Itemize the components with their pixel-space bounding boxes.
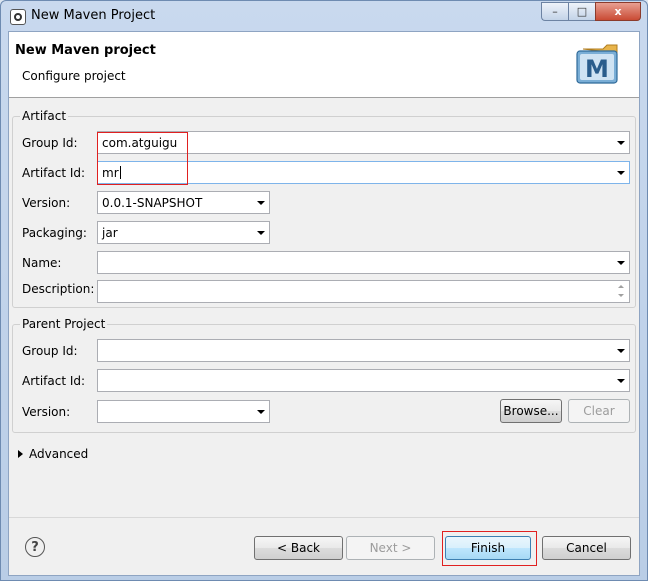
chevron-down-icon[interactable] bbox=[617, 261, 625, 265]
parent-project-group-legend: Parent Project bbox=[20, 317, 108, 331]
cancel-button[interactable]: Cancel bbox=[542, 536, 631, 560]
chevron-down-icon[interactable] bbox=[617, 349, 625, 353]
window-title: New Maven Project bbox=[31, 8, 156, 23]
advanced-section-toggle[interactable]: Advanced bbox=[29, 447, 88, 461]
artifact-packaging-value: jar bbox=[102, 226, 118, 240]
title-bar[interactable]: New Maven Project – □ x bbox=[1, 1, 647, 31]
maven-logo-icon: M bbox=[576, 44, 618, 84]
parent-group-id-label: Group Id: bbox=[22, 344, 78, 358]
maven-logo-letter: M bbox=[585, 55, 609, 83]
artifact-description-field[interactable] bbox=[97, 280, 630, 303]
chevron-down-icon[interactable] bbox=[617, 141, 625, 145]
annotation-highlight-box bbox=[97, 132, 188, 185]
page-title: New Maven project bbox=[15, 43, 156, 58]
chevron-down-icon[interactable] bbox=[617, 171, 625, 175]
browse-button[interactable]: Browse... bbox=[500, 399, 562, 423]
chevron-down-icon[interactable] bbox=[257, 231, 265, 235]
artifact-version-label: Version: bbox=[22, 196, 71, 210]
minimize-button[interactable]: – bbox=[541, 2, 568, 21]
parent-version-label: Version: bbox=[22, 405, 71, 419]
back-button[interactable]: < Back bbox=[254, 536, 343, 560]
new-maven-project-dialog: New Maven Project – □ x New Maven projec… bbox=[0, 0, 648, 581]
artifact-group-legend: Artifact bbox=[20, 109, 69, 123]
artifact-description-label: Description: bbox=[22, 282, 95, 296]
eclipse-app-icon bbox=[10, 9, 26, 25]
artifact-packaging-label: Packaging: bbox=[22, 226, 87, 240]
artifact-name-combo[interactable] bbox=[97, 251, 630, 274]
dialog-content: New Maven project Configure project M Ar… bbox=[8, 31, 640, 576]
page-subtitle: Configure project bbox=[22, 69, 126, 83]
close-button[interactable]: x bbox=[595, 2, 641, 21]
artifact-group-id-label: Group Id: bbox=[22, 136, 78, 150]
parent-artifact-id-label: Artifact Id: bbox=[22, 374, 86, 388]
artifact-packaging-combo[interactable]: jar bbox=[97, 221, 270, 244]
wizard-banner: New Maven project Configure project M bbox=[9, 32, 639, 98]
parent-group-id-combo[interactable] bbox=[97, 339, 630, 362]
parent-version-combo[interactable] bbox=[97, 400, 270, 423]
scroll-down-icon[interactable] bbox=[618, 294, 624, 297]
window-controls: – □ x bbox=[541, 2, 641, 22]
parent-artifact-id-combo[interactable] bbox=[97, 369, 630, 392]
chevron-down-icon[interactable] bbox=[617, 379, 625, 383]
next-button[interactable]: Next > bbox=[346, 536, 435, 560]
textarea-scroll-control[interactable] bbox=[615, 282, 628, 301]
maximize-button[interactable]: □ bbox=[568, 2, 595, 21]
clear-button[interactable]: Clear bbox=[568, 399, 630, 423]
footer-separator bbox=[9, 517, 639, 518]
artifact-artifact-id-label: Artifact Id: bbox=[22, 166, 86, 180]
chevron-down-icon[interactable] bbox=[257, 410, 265, 414]
artifact-name-label: Name: bbox=[22, 256, 62, 270]
artifact-version-combo[interactable]: 0.0.1-SNAPSHOT bbox=[97, 191, 270, 214]
expand-arrow-icon[interactable] bbox=[18, 450, 23, 458]
artifact-version-value: 0.0.1-SNAPSHOT bbox=[102, 196, 203, 210]
scroll-up-icon[interactable] bbox=[618, 285, 624, 288]
chevron-down-icon[interactable] bbox=[257, 201, 265, 205]
help-icon[interactable]: ? bbox=[25, 537, 45, 557]
annotation-highlight-box-finish bbox=[442, 531, 537, 566]
